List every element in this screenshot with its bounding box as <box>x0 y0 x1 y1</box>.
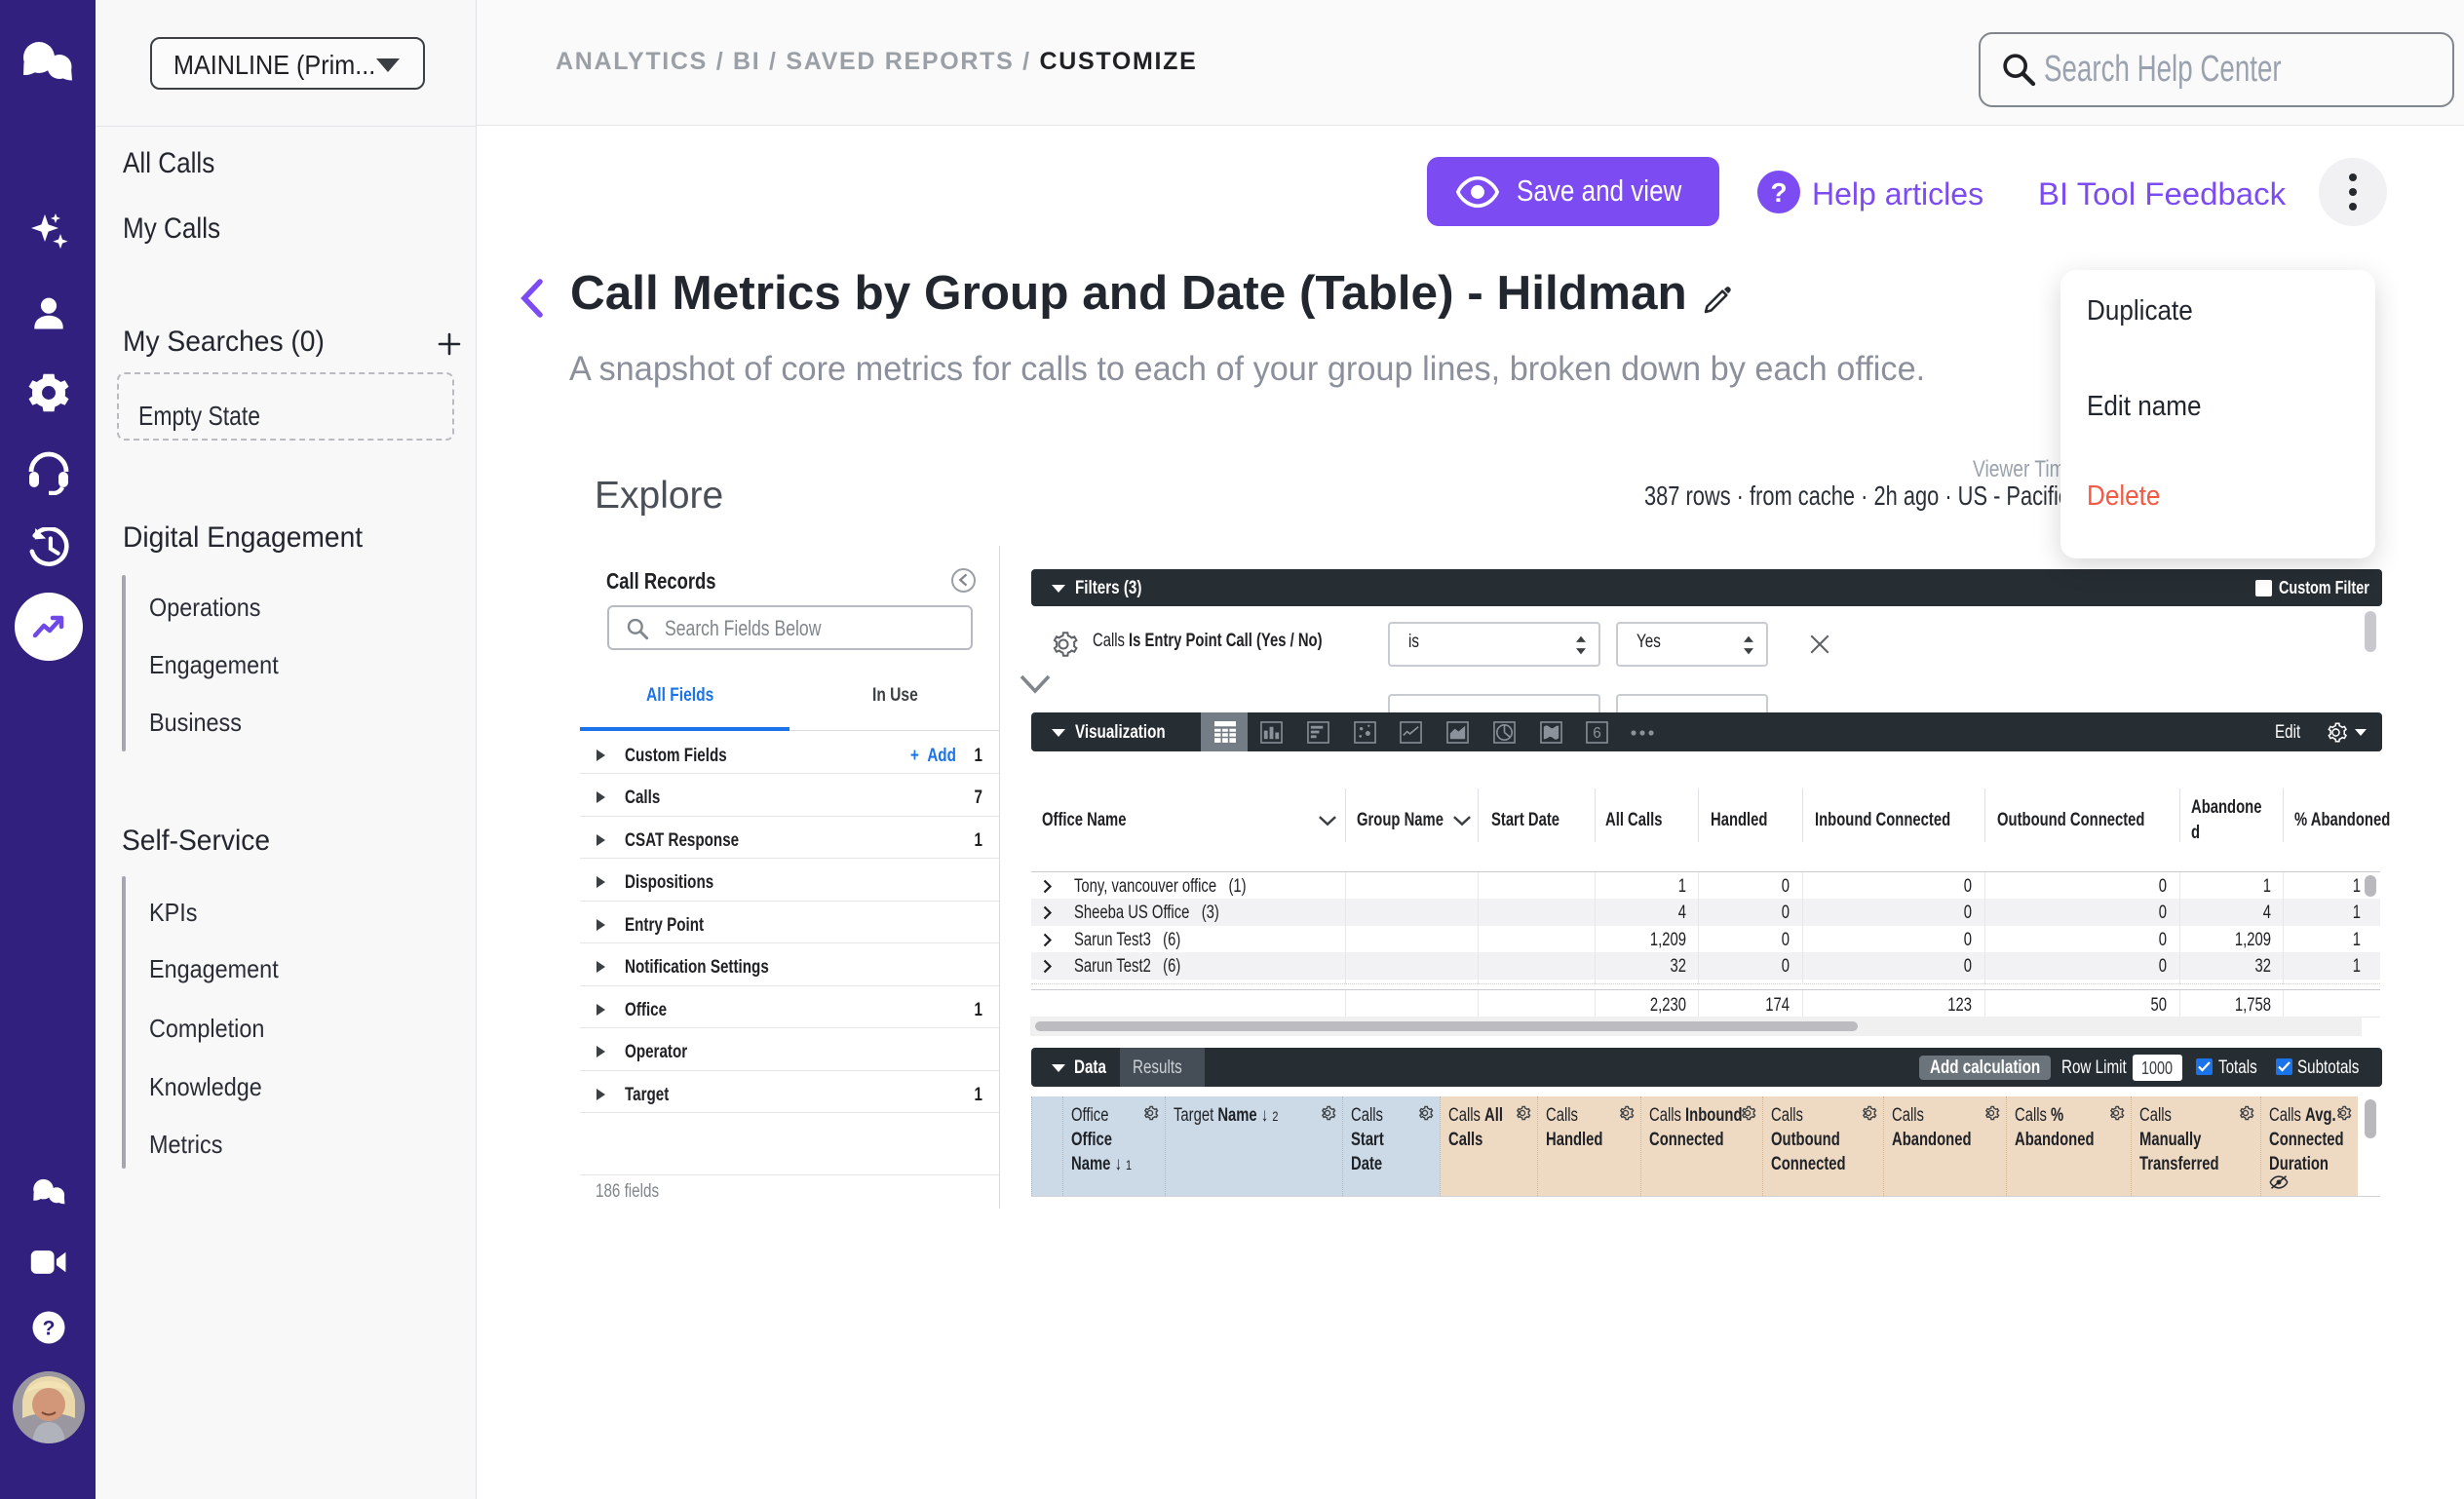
svg-text:6: 6 <box>1593 725 1601 742</box>
svg-text:?: ? <box>43 1318 56 1340</box>
